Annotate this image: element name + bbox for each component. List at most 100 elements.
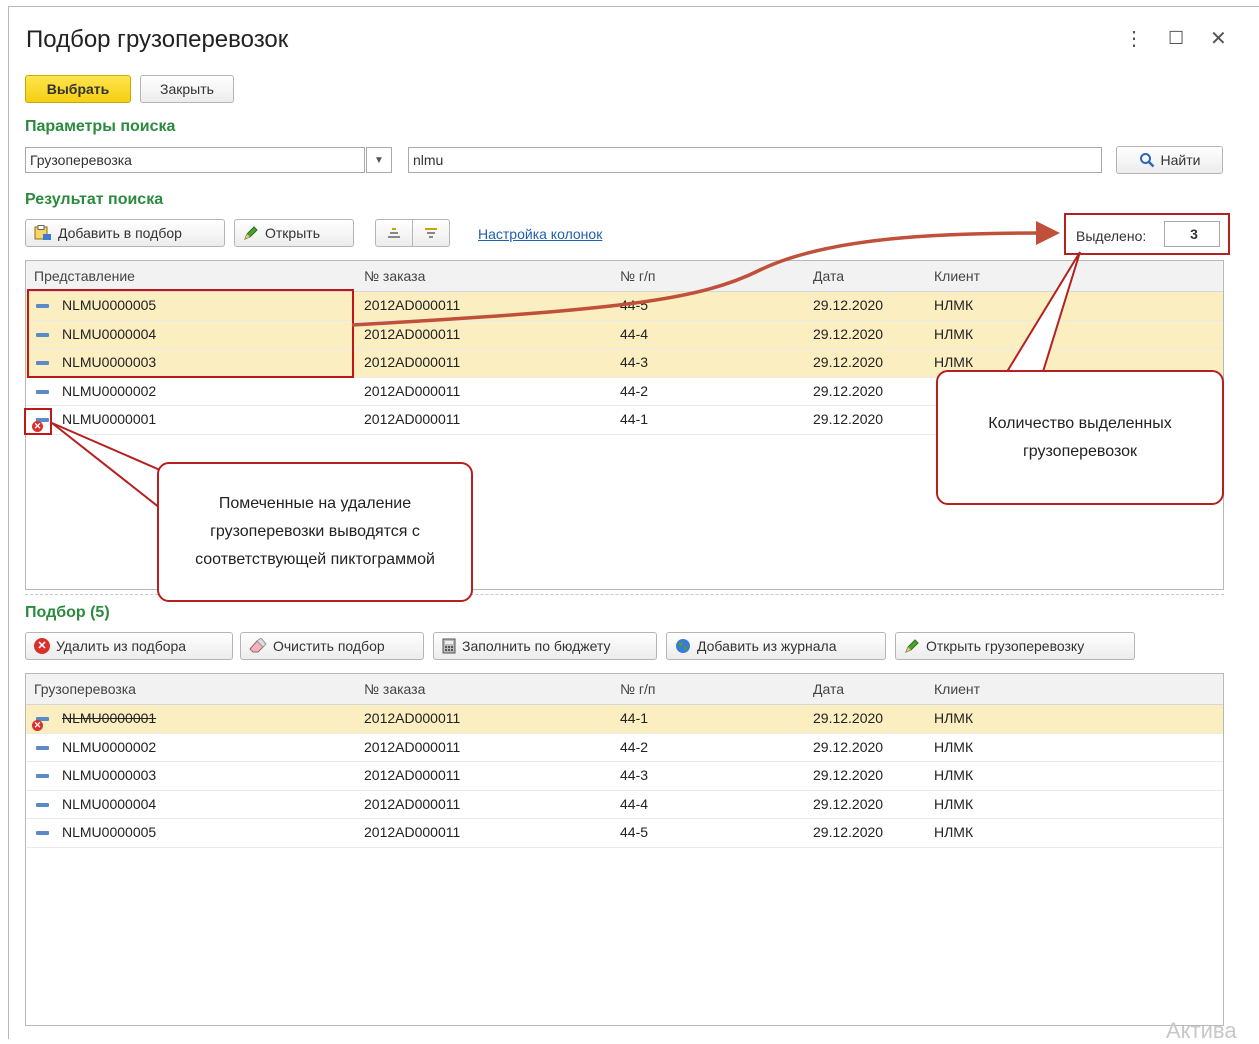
add-from-journal-button[interactable]: Добавить из журнала [666, 632, 886, 660]
cell-client: НЛМК [934, 354, 974, 370]
cell-name: NLMU0000003 [62, 767, 157, 783]
selection-table[interactable]: Грузоперевозка № заказа № г/п Дата Клиен… [25, 673, 1224, 1026]
open-button[interactable]: Открыть [234, 219, 354, 247]
col-header-client[interactable]: Клиент [934, 268, 980, 284]
document-icon [36, 389, 49, 394]
open-shipment-button[interactable]: Открыть грузоперевозку [895, 632, 1135, 660]
col-header-representation[interactable]: Представление [34, 268, 135, 284]
col-header-gp[interactable]: № г/п [620, 681, 656, 697]
selection-title: Подбор (5) [25, 604, 110, 621]
results-title: Результат поиска [25, 191, 164, 208]
more-vertical-icon[interactable]: ⋮ [1124, 26, 1144, 51]
watermark: Актива [1166, 1018, 1237, 1043]
find-button-label: Найти [1160, 152, 1201, 168]
deleted-mark-icon: ✕ [32, 720, 43, 731]
fill-by-budget-label: Заполнить по бюджету [462, 638, 611, 654]
cell-client: НЛМК [934, 710, 974, 726]
document-icon [36, 774, 49, 778]
cell-order: 2012AD000011 [364, 795, 461, 812]
clear-selection-label: Очистить подбор [273, 638, 385, 654]
cell-order: 2012AD000011 [364, 297, 461, 313]
cell-gp: 44-4 [620, 795, 649, 812]
cell-order: 2012AD000011 [364, 738, 461, 755]
cell-date: 29.12.2020 [813, 824, 884, 840]
close-icon[interactable]: ✕ [1210, 26, 1227, 51]
sort-ascending-button[interactable] [375, 219, 413, 247]
selection-table-body: NLMU0000001 2012AD000011 44-1 29.12.2020 НЛМ… [26, 705, 1223, 848]
open-shipment-label: Открыть грузоперевозку [926, 638, 1085, 654]
add-to-selection-button[interactable]: Добавить в подбор [25, 219, 225, 247]
table-row[interactable]: NLMU0000002 2012AD000011 44-2 29.12.2020 НЛМ… [26, 734, 1223, 762]
cell-date: 29.12.2020 [813, 297, 884, 313]
find-button[interactable]: Найти [1116, 146, 1223, 174]
eraser-icon [249, 638, 267, 653]
count-callout-text: Количество выделенных грузоперевозок [988, 414, 1172, 460]
search-type-select[interactable]: Грузоперевозка [25, 147, 365, 173]
cell-gp: 44-4 [620, 325, 649, 342]
col-header-order[interactable]: № заказа [364, 268, 425, 284]
table-row[interactable]: NLMU0000003 2012AD000011 44-3 29.12.2020 НЛМ… [26, 762, 1223, 791]
cell-order: 2012AD000011 [364, 767, 461, 783]
search-input[interactable]: nlmu [408, 147, 1102, 173]
selected-rows-highlight [27, 289, 354, 378]
cell-name: NLMU0000002 [62, 738, 157, 755]
cell-gp: 44-5 [620, 824, 649, 840]
sort-descending-button[interactable] [412, 219, 450, 247]
cell-order: 2012AD000011 [364, 710, 461, 726]
add-to-list-icon [34, 225, 51, 240]
table-row[interactable]: NLMU0000004 2012AD000011 44-4 29.12.2020 НЛМ… [26, 791, 1223, 819]
search-params-title: Параметры поиска [25, 118, 176, 135]
chevron-down-icon[interactable]: ▼ [366, 147, 392, 173]
cell-gp: 44-3 [620, 354, 649, 370]
document-icon [36, 831, 49, 835]
cell-date: 29.12.2020 [813, 795, 884, 812]
remove-from-selection-button[interactable]: ✕ Удалить из подбора [25, 632, 233, 660]
search-type-value: Грузоперевозка [30, 152, 132, 168]
cell-date: 29.12.2020 [813, 325, 884, 342]
columns-settings-link[interactable]: Настройка колонок [478, 226, 602, 242]
clear-selection-button[interactable]: Очистить подбор [240, 632, 424, 660]
document-icon [36, 745, 49, 750]
cell-gp: 44-2 [620, 738, 649, 755]
col-header-client[interactable]: Клиент [934, 681, 980, 697]
pencil-icon [905, 639, 919, 653]
cell-name: NLMU0000001 [62, 411, 157, 427]
col-header-shipment[interactable]: Грузоперевозка [34, 681, 136, 697]
cell-name: NLMU0000001 [62, 710, 157, 726]
cell-name: NLMU0000002 [62, 382, 157, 399]
table-row[interactable]: NLMU0000001 2012AD000011 44-1 29.12.2020 НЛМ… [26, 705, 1223, 734]
close-button[interactable]: Закрыть [140, 75, 234, 103]
table-row[interactable]: NLMU0000005 2012AD000011 44-5 29.12.2020 НЛМ… [26, 819, 1223, 848]
sort-asc-icon [388, 228, 400, 238]
col-header-date[interactable]: Дата [813, 681, 844, 697]
globe-icon [676, 639, 690, 653]
fill-by-budget-button[interactable]: Заполнить по бюджету [433, 632, 657, 660]
search-icon [1139, 153, 1154, 168]
cell-client: НЛМК [934, 824, 974, 840]
cell-order: 2012AD000011 [364, 325, 461, 342]
remove-from-selection-label: Удалить из подбора [56, 638, 187, 654]
cell-gp: 44-3 [620, 767, 649, 783]
cell-date: 29.12.2020 [813, 738, 884, 755]
cell-name: NLMU0000004 [62, 795, 157, 812]
cell-client: НЛМК [934, 297, 974, 313]
selected-count-highlight [1064, 213, 1230, 255]
col-header-gp[interactable]: № г/п [620, 268, 656, 284]
cell-gp: 44-1 [620, 710, 649, 726]
col-header-order[interactable]: № заказа [364, 681, 425, 697]
search-input-value: nlmu [413, 152, 444, 168]
cell-date: 29.12.2020 [813, 411, 884, 427]
sort-desc-icon [425, 228, 437, 238]
pencil-icon [244, 226, 258, 240]
open-button-label: Открыть [265, 225, 320, 241]
cell-date: 29.12.2020 [813, 382, 884, 399]
cell-client: НЛМК [934, 795, 974, 812]
select-button[interactable]: Выбрать [25, 75, 131, 103]
col-header-date[interactable]: Дата [813, 268, 844, 284]
cell-order: 2012AD000011 [364, 354, 461, 370]
count-callout: Количество выделенных грузоперевозок [936, 370, 1224, 505]
maximize-icon[interactable]: ☐ [1168, 28, 1184, 49]
cell-gp: 44-1 [620, 411, 649, 427]
selection-table-header: Грузоперевозка № заказа № г/п Дата Клиен… [26, 674, 1223, 705]
cell-name: NLMU0000005 [62, 824, 157, 840]
